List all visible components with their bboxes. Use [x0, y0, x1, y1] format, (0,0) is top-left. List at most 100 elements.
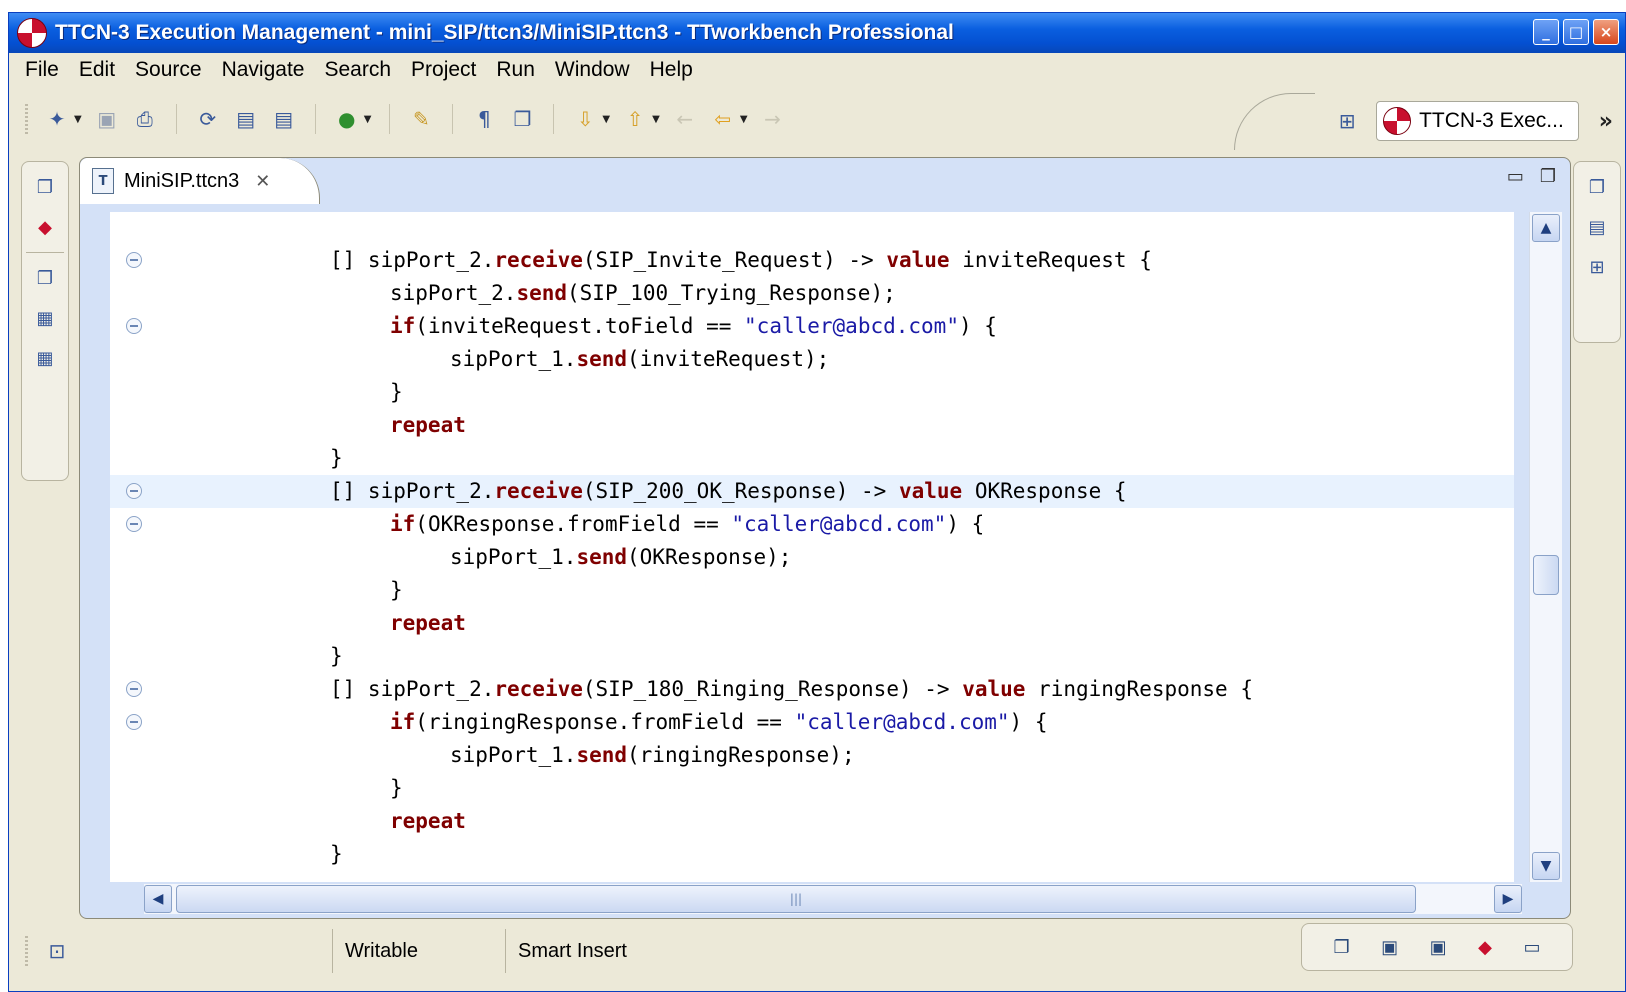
minimize-button[interactable]: _ — [1533, 19, 1559, 45]
code-line[interactable]: [] sipPort_2.receive(SIP_Invite_Request)… — [110, 244, 1514, 277]
close-tab-icon[interactable]: ✕ — [255, 171, 270, 192]
code-line[interactable]: sipPort_1.send(OKResponse); — [110, 541, 1514, 574]
menu-source[interactable]: Source — [125, 58, 212, 82]
refresh-icon[interactable]: ⟳ — [193, 104, 223, 134]
new-wizard-icon[interactable]: ✦ — [42, 104, 72, 134]
code-line[interactable]: } — [110, 574, 1514, 607]
status-grip[interactable] — [25, 936, 28, 966]
back-icon[interactable]: ⇦ — [708, 104, 738, 134]
dropdown-arrow-icon[interactable]: ▼ — [74, 114, 82, 125]
binary-icon[interactable]: ▤ — [231, 104, 261, 134]
code-line[interactable]: repeat — [110, 805, 1514, 838]
title-bar[interactable]: TTCN-3 Execution Management - mini_SIP/t… — [9, 13, 1625, 53]
project-explorer-icon[interactable]: ◆ — [30, 212, 60, 242]
restore-icon[interactable]: ❐ — [30, 263, 60, 293]
menu-search[interactable]: Search — [314, 58, 401, 82]
pencil-icon[interactable]: ✎ — [406, 104, 436, 134]
dropdown-arrow-icon[interactable]: ▼ — [740, 114, 748, 125]
maximize-panel-icon[interactable]: ❐ — [1540, 166, 1556, 187]
menu-window[interactable]: Window — [545, 58, 640, 82]
binary-icon[interactable]: ▤ — [269, 104, 299, 134]
menu-edit[interactable]: Edit — [69, 58, 125, 82]
window-title: TTCN-3 Execution Management - mini_SIP/t… — [55, 21, 954, 44]
code-line[interactable]: } — [110, 838, 1514, 871]
prev-annotation-icon[interactable]: ⇧ — [620, 104, 650, 134]
horizontal-scroll-thumb[interactable]: ||| — [176, 885, 1416, 913]
code-line[interactable]: repeat — [110, 409, 1514, 442]
next-annotation-icon[interactable]: ⇩ — [570, 104, 600, 134]
menu-run[interactable]: Run — [486, 58, 545, 82]
code-line[interactable]: repeat — [110, 607, 1514, 640]
dropdown-arrow-icon[interactable]: ▼ — [364, 114, 372, 125]
code-line[interactable]: sipPort_2.send(SIP_100_Trying_Response); — [110, 277, 1514, 310]
toolbar-separator — [314, 104, 316, 134]
code-editor[interactable]: [] sipPort_2.receive(SIP_Invite_Request)… — [110, 212, 1514, 882]
ttcn3-view-icon[interactable]: ▣ — [1430, 937, 1447, 958]
code-text: repeat — [390, 413, 466, 437]
code-line[interactable]: if(OKResponse.fromField == "caller@abcd.… — [110, 508, 1514, 541]
table-view-icon[interactable]: ▦ — [30, 343, 60, 373]
restore-icon[interactable]: ❐ — [30, 172, 60, 202]
fold-toggle-icon[interactable] — [126, 483, 142, 499]
minimize-panel-icon[interactable]: ▭ — [1507, 166, 1524, 187]
scroll-left-icon[interactable]: ◀ — [144, 885, 172, 913]
horizontal-scrollbar[interactable]: ◀ ||| ▶ — [144, 884, 1522, 914]
ttcn3-view-icon[interactable]: ▣ — [1381, 937, 1398, 958]
project-explorer-icon[interactable]: ◆ — [1478, 937, 1492, 958]
toolbar-overflow-icon[interactable]: » — [1599, 109, 1613, 134]
menu-file[interactable]: File — [9, 58, 69, 82]
code-line[interactable]: if(inviteRequest.toField == "caller@abcd… — [110, 310, 1514, 343]
code-text: } — [330, 842, 343, 866]
code-line[interactable]: [] sipPort_2.receive(SIP_180_Ringing_Res… — [110, 673, 1514, 706]
toolbar-grip[interactable] — [25, 104, 28, 134]
fold-toggle-icon[interactable] — [126, 681, 142, 697]
code-line[interactable]: sipPort_1.send(inviteRequest); — [110, 343, 1514, 376]
menu-project[interactable]: Project — [401, 58, 486, 82]
fold-toggle-icon[interactable] — [126, 516, 142, 532]
restore-icon[interactable]: ❐ — [1333, 937, 1349, 958]
toolbar-separator — [389, 104, 391, 134]
outline-view-icon[interactable]: ▤ — [1582, 212, 1612, 242]
code-line[interactable]: } — [110, 772, 1514, 805]
code-line[interactable]: if(ringingResponse.fromField == "caller@… — [110, 706, 1514, 739]
close-button[interactable]: × — [1593, 19, 1619, 45]
dropdown-arrow-icon[interactable]: ▼ — [652, 114, 660, 125]
code-line[interactable]: } — [110, 376, 1514, 409]
fold-toggle-icon[interactable] — [126, 252, 142, 268]
vertical-scrollbar[interactable]: ▲ ▼ — [1529, 212, 1562, 882]
code-text: if(ringingResponse.fromField == "caller@… — [390, 710, 1048, 734]
vertical-scroll-thumb[interactable] — [1533, 555, 1559, 596]
tab-minisip-ttcn3[interactable]: T MiniSIP.ttcn3 ✕ — [80, 158, 320, 204]
code-line[interactable]: [] sipPort_2.receive(SIP_200_OK_Response… — [110, 475, 1514, 508]
save-icon[interactable]: ▣ — [92, 104, 122, 134]
open-perspective-icon[interactable]: ⊞ — [1332, 106, 1362, 136]
fold-toggle-icon[interactable] — [126, 714, 142, 730]
run-icon[interactable]: ● — [332, 104, 362, 134]
code-text: repeat — [390, 611, 466, 635]
scroll-down-icon[interactable]: ▼ — [1532, 852, 1560, 880]
hierarchy-view-icon[interactable]: ⊞ — [1582, 252, 1612, 282]
restore-icon[interactable]: ❐ — [1582, 172, 1612, 202]
fast-view-icon[interactable]: ⊡ — [42, 936, 72, 966]
forward-icon[interactable]: → — [758, 104, 788, 134]
maximize-button[interactable]: □ — [1563, 19, 1589, 45]
dropdown-arrow-icon[interactable]: ▼ — [602, 114, 610, 125]
code-line[interactable]: } — [110, 442, 1514, 475]
code-line[interactable]: sipPort_1.send(ringingResponse); — [110, 739, 1514, 772]
back-icon[interactable]: ← — [670, 104, 700, 134]
scroll-up-icon[interactable]: ▲ — [1532, 214, 1560, 242]
trim-divider — [26, 252, 64, 253]
menu-navigate[interactable]: Navigate — [212, 58, 315, 82]
perspective-button[interactable]: TTCN-3 Exec... — [1376, 101, 1579, 141]
code-text: sipPort_1.send(inviteRequest); — [450, 347, 830, 371]
table-view-icon[interactable]: ▦ — [30, 303, 60, 333]
print-icon[interactable]: ⎙ — [130, 104, 160, 134]
menu-help[interactable]: Help — [640, 58, 703, 82]
paragraph-icon[interactable]: ¶ — [469, 104, 499, 134]
console-view-icon[interactable]: ▭ — [1523, 937, 1540, 958]
fold-toggle-icon[interactable] — [126, 318, 142, 334]
ttcn3-file-icon: T — [92, 168, 114, 194]
copy-icon[interactable]: ❐ — [507, 104, 537, 134]
scroll-right-icon[interactable]: ▶ — [1494, 885, 1522, 913]
code-line[interactable]: } — [110, 640, 1514, 673]
